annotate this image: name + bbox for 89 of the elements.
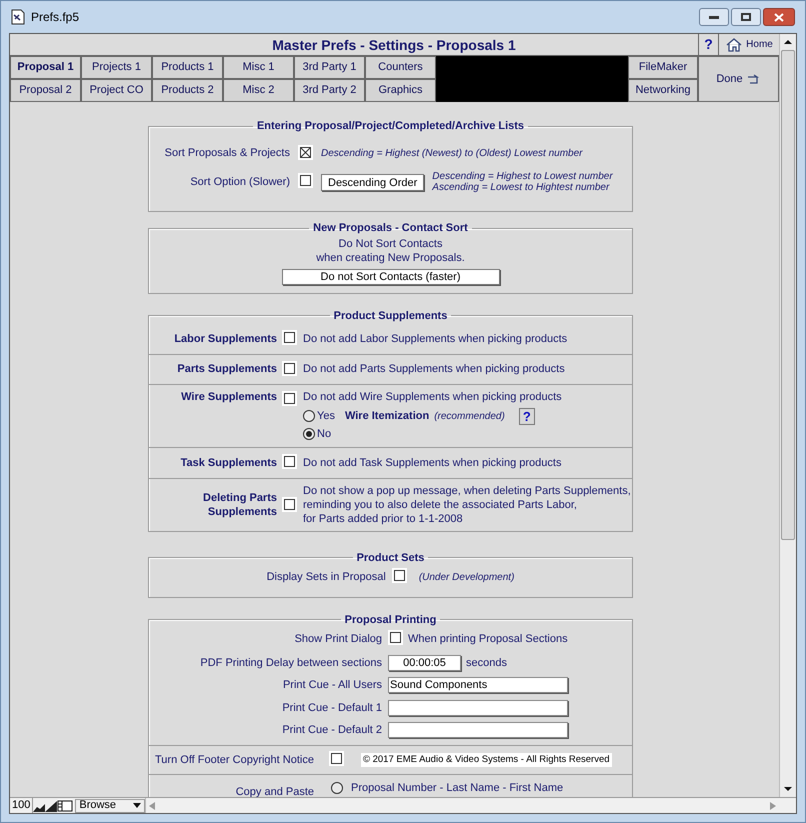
tab[interactable]: Misc 1 — [223, 56, 294, 79]
window-title: Prefs.fp5 — [31, 9, 80, 26]
tab[interactable]: FileMaker — [628, 56, 698, 79]
section-title: Proposal Printing — [344, 612, 438, 628]
itemization-note: (recommended) — [434, 410, 505, 424]
radio-label: No — [317, 426, 332, 442]
copyright-notice: © 2017 EME Audio & Video Systems - All Rights Reserved — [360, 752, 612, 767]
supplement-description: Do not add Parts Supplements when picking products — [303, 362, 565, 376]
tab[interactable]: Misc 2 — [223, 79, 294, 102]
tab[interactable]: 3rd Party 2 — [294, 79, 365, 102]
field-label: Parts Supplements — [176, 362, 277, 376]
radio-button[interactable] — [303, 428, 315, 440]
section-title: New Proposals - Contact Sort — [312, 221, 469, 236]
supplement-description: Do not add Labor Supplements when picking products — [303, 332, 568, 346]
field-label: Sort Option (Slower) — [189, 174, 290, 190]
sort-order-button[interactable]: Descending Order — [321, 174, 424, 190]
maximize-button[interactable] — [731, 8, 761, 26]
help-button[interactable]: ? — [698, 34, 718, 55]
checkbox[interactable] — [392, 568, 407, 583]
tab[interactable]: Project CO — [81, 79, 152, 102]
tab[interactable]: Projects 1 — [81, 56, 152, 79]
tab[interactable]: Products 2 — [152, 79, 223, 102]
tab[interactable]: Networking — [628, 79, 698, 102]
field-label: Print Cue - Default 2 — [281, 723, 382, 738]
checkbox[interactable] — [298, 172, 313, 188]
checkbox[interactable] — [282, 391, 297, 406]
checkbox[interactable] — [298, 144, 313, 160]
field-label: Sort Proposals & Projects — [164, 146, 290, 161]
unit-label: seconds — [466, 656, 507, 670]
checkbox[interactable] — [282, 360, 297, 376]
dropdown-caret-icon[interactable] — [133, 803, 142, 808]
close-icon[interactable] — [774, 12, 784, 22]
mode-dropdown[interactable]: Browse — [75, 798, 146, 812]
contact-sort-button[interactable]: Do not Sort Contacts (faster) — [282, 268, 500, 284]
contact-sort-description: Do Not Sort Contacts when creating New Proposals. — [316, 236, 465, 264]
checkbox[interactable] — [282, 454, 297, 469]
tab[interactable]: 3rd Party 1 — [294, 56, 365, 79]
vertical-scrollbar[interactable] — [779, 34, 796, 797]
return-arrow-icon[interactable] — [746, 74, 761, 84]
radio-label: Proposal Number - Last Name - First Name — [351, 781, 564, 796]
house-icon[interactable] — [725, 37, 744, 52]
radio-label: Yes — [317, 409, 335, 424]
field-label: Display Sets in Proposal — [266, 570, 386, 585]
zoom-in-icon[interactable] — [45, 800, 58, 812]
checkbox[interactable] — [282, 496, 297, 512]
tab[interactable]: Counters — [365, 56, 436, 79]
field-label: Wire Supplements — [180, 390, 277, 404]
checkbox[interactable] — [388, 630, 403, 645]
supplement-description: Do not show a pop up message, when deleting Parts Supplements, reminding you to also delete the associated Parts Labor, for Parts added prior to 1-1-2008 — [303, 484, 631, 526]
field-label: PDF Printing Delay between sections — [199, 656, 382, 670]
status-area-icon[interactable] — [57, 800, 74, 812]
development-note: (Under Development) — [418, 570, 514, 585]
field-label: Labor Supplements — [173, 332, 277, 346]
page-title: Master Prefs - Settings - Proposals 1 — [271, 36, 517, 55]
itemization-label: Wire Itemization — [344, 409, 430, 424]
minimize-button[interactable] — [699, 8, 729, 26]
print-cue-field[interactable] — [388, 700, 568, 716]
tab[interactable]: Graphics — [365, 79, 436, 102]
print-cue-field[interactable] — [388, 722, 568, 738]
supplement-description: Do not add Task Supplements when picking products — [303, 456, 562, 470]
field-label: Deleting Parts Supplements — [202, 490, 277, 518]
tab[interactable]: Proposal 1 — [10, 56, 81, 79]
close-button[interactable] — [763, 8, 795, 26]
zoom-level[interactable]: 100 — [10, 797, 34, 813]
supplement-description: Do not add Wire Supplements when picking products — [303, 390, 562, 404]
print-cue-field[interactable]: Sound Components — [388, 677, 568, 694]
delay-field[interactable]: 00:00:05 — [388, 654, 461, 671]
help-button[interactable]: ? — [518, 408, 535, 425]
tab[interactable]: Proposal 2 — [10, 79, 81, 102]
checkbox[interactable] — [328, 750, 344, 766]
tab[interactable]: Products 1 — [152, 56, 223, 79]
field-label: Turn Off Footer Copyright Notice — [155, 752, 314, 768]
field-label: Copy and Paste — [234, 785, 314, 797]
field-label: Print Cue - Default 1 — [281, 700, 382, 716]
document-icon — [11, 9, 25, 25]
checkbox[interactable] — [282, 330, 297, 345]
radio-button[interactable] — [303, 410, 315, 422]
print-dialog-description: When printing Proposal Sections — [408, 632, 568, 647]
section-title: Entering Proposal/Project/Completed/Archive Lists — [256, 119, 526, 134]
field-label: Task Supplements — [180, 456, 277, 470]
done-button[interactable]: Done — [698, 56, 779, 102]
scroll-thumb[interactable] — [781, 50, 795, 540]
section-title: Product Supplements — [332, 308, 448, 324]
field-label: Show Print Dialog — [294, 632, 382, 647]
field-label: Print Cue - All Users — [282, 678, 382, 693]
section-title: Product Sets — [356, 550, 426, 566]
radio-button[interactable] — [331, 782, 343, 794]
sort-note: Descending = Highest (Newest) to (Oldest) Lowest number — [321, 146, 583, 161]
sort-note: Descending = Highest to Lowest number Ascending = Lowest to Hightest number — [432, 171, 613, 193]
